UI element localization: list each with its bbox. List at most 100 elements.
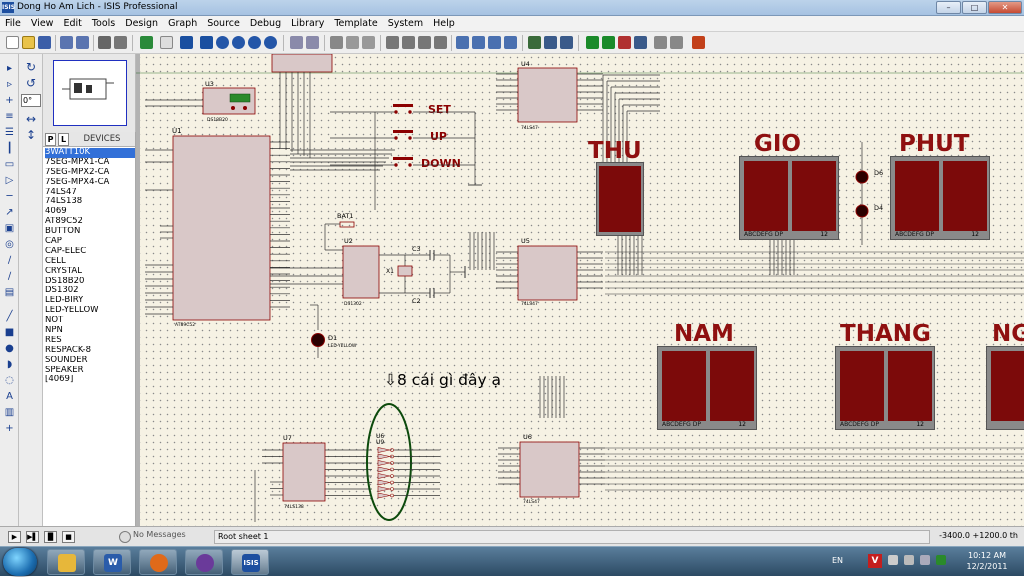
- menu-debug[interactable]: Debug: [245, 16, 286, 32]
- make-device-icon[interactable]: [472, 36, 485, 49]
- symbol-icon[interactable]: ▥: [3, 406, 16, 419]
- language-indicator[interactable]: EN: [832, 556, 843, 565]
- pause-button[interactable]: ▐▌: [44, 531, 57, 543]
- arc-icon[interactable]: ◗: [3, 358, 16, 371]
- save-icon[interactable]: [38, 36, 51, 49]
- minimize-button[interactable]: –: [936, 1, 961, 14]
- pan-icon[interactable]: [200, 36, 213, 49]
- mirror-vertical-icon[interactable]: ↕: [24, 128, 38, 142]
- menu-view[interactable]: View: [26, 16, 59, 32]
- ares-icon[interactable]: [692, 36, 705, 49]
- menu-tools[interactable]: Tools: [87, 16, 120, 32]
- tray-v-icon[interactable]: V: [868, 554, 882, 568]
- d6-led[interactable]: [855, 170, 869, 184]
- device-list-item[interactable]: LED-BIRY: [45, 296, 135, 306]
- library-manager-button[interactable]: L: [58, 133, 69, 146]
- taskbar-media[interactable]: [185, 549, 223, 575]
- display-ngay[interactable]: [986, 346, 1024, 430]
- d4-led[interactable]: [855, 204, 869, 218]
- start-button[interactable]: [3, 548, 37, 576]
- origin-icon[interactable]: [180, 36, 193, 49]
- menu-file[interactable]: File: [0, 16, 26, 32]
- new-sheet-icon[interactable]: [586, 36, 599, 49]
- device-list-item[interactable]: NOT: [45, 316, 135, 326]
- packaging-icon[interactable]: [488, 36, 501, 49]
- device-list-item[interactable]: 7SEG-MPX2-CA: [45, 168, 135, 178]
- block-copy-icon[interactable]: [386, 36, 399, 49]
- u4-chip[interactable]: [517, 67, 578, 123]
- isis-app-icon[interactable]: ISIS: [2, 2, 15, 13]
- voltage-probe-icon[interactable]: ∕: [3, 254, 16, 267]
- copy-icon[interactable]: [346, 36, 359, 49]
- zoom-out-icon[interactable]: [232, 36, 245, 49]
- device-list-item[interactable]: 4069: [45, 207, 135, 217]
- wire-label-icon[interactable]: ≡: [3, 110, 16, 123]
- zoom-in-icon[interactable]: [216, 36, 229, 49]
- zoom-all-icon[interactable]: [248, 36, 261, 49]
- device-list-item[interactable]: AT89C52: [45, 217, 135, 227]
- text-icon[interactable]: A: [3, 390, 16, 403]
- rotation-angle-field[interactable]: 0°: [21, 94, 41, 107]
- device-list-item[interactable]: SPEAKER: [45, 366, 135, 376]
- terminal-icon[interactable]: ▷: [3, 174, 16, 187]
- menu-library[interactable]: Library: [286, 16, 329, 32]
- taskbar-firefox[interactable]: [139, 549, 177, 575]
- menu-system[interactable]: System: [383, 16, 428, 32]
- volume-icon[interactable]: [920, 555, 930, 565]
- device-list-item[interactable]: 7SEG-MPX1-CA: [45, 158, 135, 168]
- set-button[interactable]: [393, 104, 413, 114]
- menu-help[interactable]: Help: [428, 16, 460, 32]
- cut-icon[interactable]: [330, 36, 343, 49]
- crystal[interactable]: [397, 265, 413, 277]
- junction-dot-icon[interactable]: +: [3, 94, 16, 107]
- u5-chip[interactable]: [517, 245, 578, 301]
- display-thang[interactable]: ABCDEFG DP 12: [835, 346, 935, 430]
- rotate-clockwise-icon[interactable]: ↻: [24, 60, 38, 74]
- menu-edit[interactable]: Edit: [58, 16, 86, 32]
- virtual-instrument-icon[interactable]: ▤: [3, 286, 16, 299]
- menu-template[interactable]: Template: [329, 16, 382, 32]
- menu-design[interactable]: Design: [120, 16, 163, 32]
- tray-green-icon[interactable]: [936, 555, 946, 565]
- device-list-item[interactable]: [4069]: [45, 375, 135, 385]
- battery[interactable]: [339, 221, 355, 228]
- device-list-item[interactable]: RESPACK-8: [45, 346, 135, 356]
- tape-recorder-icon[interactable]: ▣: [3, 222, 16, 235]
- device-list-item[interactable]: 74LS138: [45, 197, 135, 207]
- path-icon[interactable]: ◌: [3, 374, 16, 387]
- taskbar-isis[interactable]: ISIS: [231, 549, 269, 575]
- taskbar-explorer[interactable]: [47, 549, 85, 575]
- bill-of-materials-icon[interactable]: [634, 36, 647, 49]
- current-probe-icon[interactable]: ∕: [3, 270, 16, 283]
- subcircuit-icon[interactable]: ▭: [3, 158, 16, 171]
- tray-app-icon[interactable]: [888, 555, 898, 565]
- block-rotate-icon[interactable]: [418, 36, 431, 49]
- bus-icon[interactable]: ┃: [3, 142, 16, 155]
- device-list-item[interactable]: CAP: [45, 237, 135, 247]
- netlist-icon[interactable]: [670, 36, 683, 49]
- u2-chip[interactable]: [342, 245, 380, 299]
- display-thu[interactable]: [596, 162, 644, 236]
- inverter-array[interactable]: [377, 447, 394, 499]
- print-setup-icon[interactable]: [114, 36, 127, 49]
- u7-chip[interactable]: [282, 442, 326, 502]
- d1-led[interactable]: [311, 333, 325, 347]
- menu-graph[interactable]: Graph: [163, 16, 202, 32]
- display-nam[interactable]: ABCDEFG DP 12: [657, 346, 757, 430]
- zoom-area-icon[interactable]: [264, 36, 277, 49]
- taskbar-word[interactable]: W: [93, 549, 131, 575]
- graph-icon[interactable]: ↗: [3, 206, 16, 219]
- pick-library-button[interactable]: P: [45, 133, 56, 146]
- export-icon[interactable]: [76, 36, 89, 49]
- rotate-anticlockwise-icon[interactable]: ↺: [24, 76, 38, 90]
- device-list-item[interactable]: CRYSTAL: [45, 267, 135, 277]
- box-icon[interactable]: ■: [3, 326, 16, 339]
- print-icon[interactable]: [98, 36, 111, 49]
- paste-icon[interactable]: [362, 36, 375, 49]
- marker-icon[interactable]: +: [3, 422, 16, 435]
- device-list-item[interactable]: BUTTON: [45, 227, 135, 237]
- remove-sheet-icon[interactable]: [602, 36, 615, 49]
- redo-icon[interactable]: [306, 36, 319, 49]
- block-move-icon[interactable]: [402, 36, 415, 49]
- device-list-item[interactable]: CELL: [45, 257, 135, 267]
